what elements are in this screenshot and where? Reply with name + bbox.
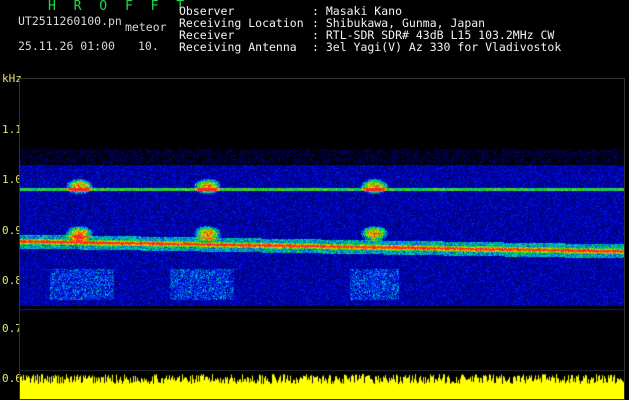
spectrogram-plot xyxy=(19,78,625,374)
interval: 10. xyxy=(138,39,159,53)
file-tag: meteor xyxy=(125,20,167,34)
antenna-label: Receiving Antenna xyxy=(179,40,297,54)
app-brand: H R O F F T xyxy=(48,0,190,14)
antenna-value: : 3el Yagi(V) Az 330 for Vladivostok xyxy=(312,40,562,54)
power-trace xyxy=(19,370,625,400)
file-name: UT2511260100.pn xyxy=(18,14,122,28)
datetime: 25.11.26 01:00 xyxy=(18,39,115,53)
